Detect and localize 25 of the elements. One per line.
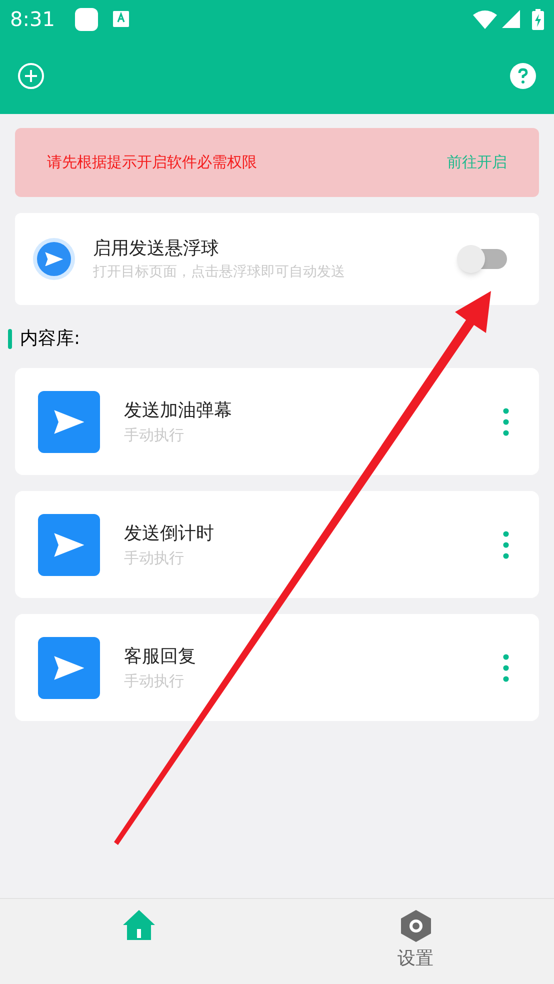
help-icon[interactable] [510,63,536,89]
home-icon [122,909,156,941]
keyboard-icon [112,11,129,27]
settings-icon [400,909,432,943]
section-title: 内容库: [20,327,80,351]
status-time: 8:31 [10,6,55,33]
content-title: 发送倒计时 [124,522,215,546]
permission-message: 请先根据提示开启软件必需权限 [47,152,257,174]
content-title: 发送加油弹幕 [124,398,233,423]
content-title: 客服回复 [124,644,197,669]
send-icon [45,252,63,266]
toggle-switch[interactable] [457,247,507,271]
floating-ball-title: 启用发送悬浮球 [93,237,220,261]
more-icon[interactable] [503,408,509,436]
add-icon[interactable] [18,63,44,89]
nav-tab[interactable]: 设置 [277,899,554,984]
more-icon[interactable] [503,530,509,558]
signal-icon [502,10,520,28]
battery-icon [532,8,544,30]
more-icon[interactable] [503,654,509,682]
send-icon [54,410,84,434]
notification-icon [74,8,98,30]
send-icon [54,532,84,556]
send-icon [54,656,84,680]
wifi-icon [473,10,497,28]
